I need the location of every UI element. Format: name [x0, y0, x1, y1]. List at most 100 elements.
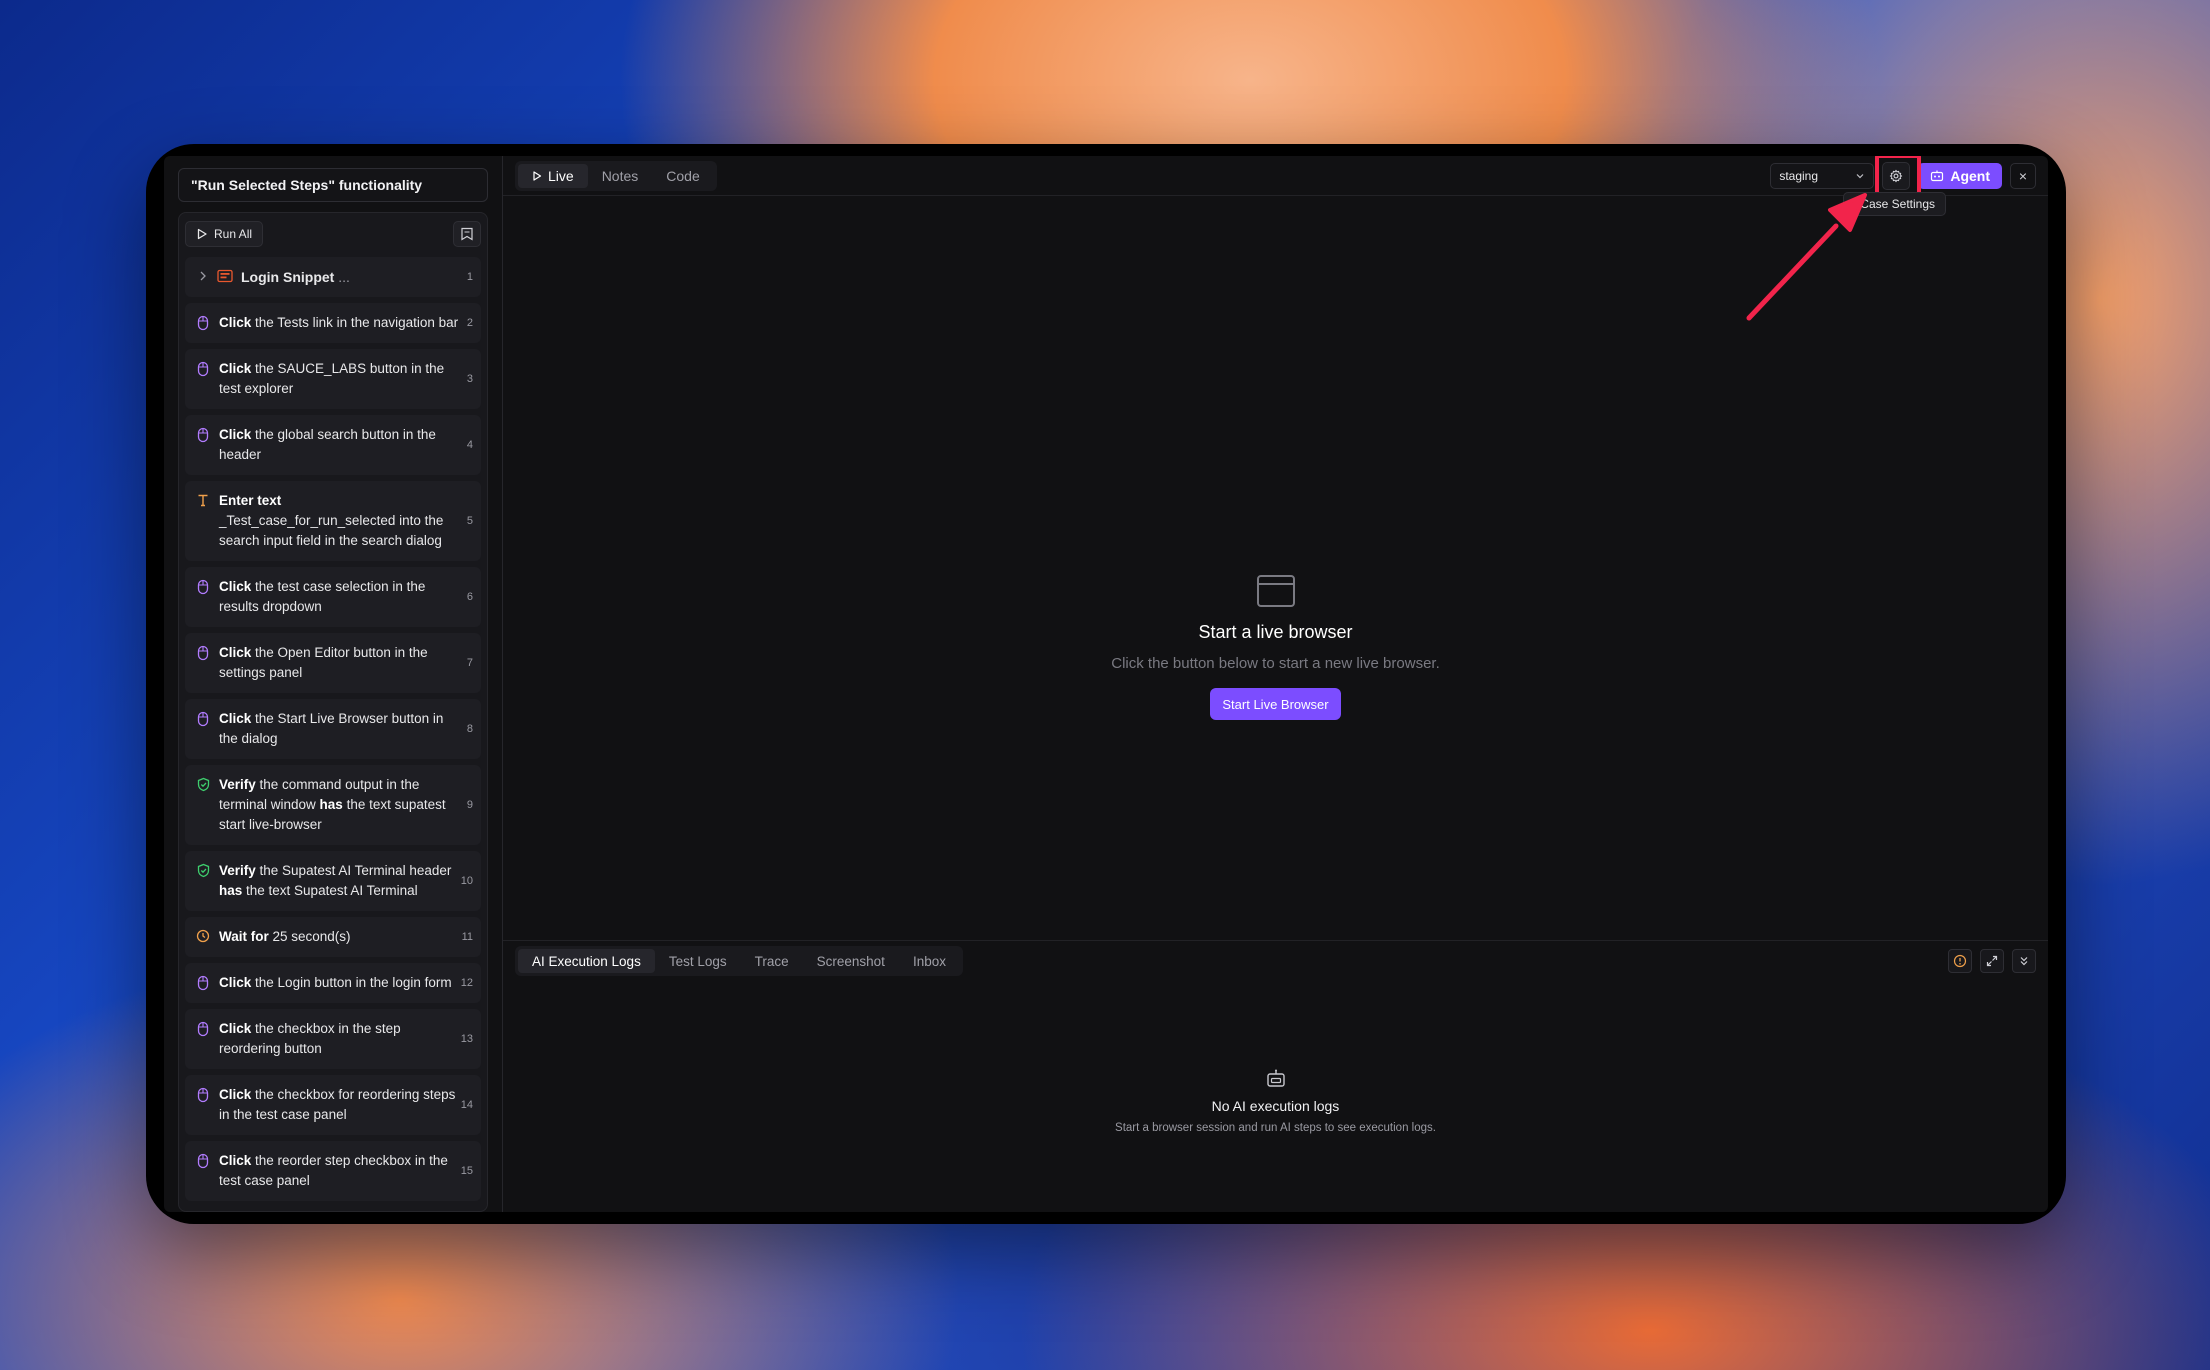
environment-select[interactable]: staging [1770, 162, 1875, 189]
logs-empty-state: No AI execution logs Start a browser ses… [976, 1068, 1576, 1134]
step-item[interactable]: Click the checkbox for reordering steps … [185, 1075, 481, 1135]
mouse-icon [195, 709, 211, 727]
step-item[interactable]: Click the checkbox in the step reorderin… [185, 1009, 481, 1069]
step-item[interactable]: Click the Start Live Browser button in t… [185, 699, 481, 759]
step-item[interactable]: Click the SAUCE_LABS button in the test … [185, 349, 481, 409]
step-number: 6 [466, 591, 473, 603]
step-text: Login Snippet ... [241, 269, 350, 285]
logs-empty-subtitle: Start a browser session and run AI steps… [1115, 1122, 1436, 1134]
chevron-down-icon [1856, 173, 1864, 178]
info-button[interactable] [1948, 949, 1972, 973]
step-item[interactable]: Click the test case selection in the res… [185, 567, 481, 627]
chevron-right-icon[interactable] [195, 267, 211, 283]
step-number: 13 [460, 1033, 473, 1045]
step-item[interactable]: Click the Login button in the login form… [185, 963, 481, 1003]
run-all-label: Run All [214, 227, 253, 241]
mouse-icon [195, 425, 211, 443]
live-empty-title: Start a live browser [1198, 622, 1353, 642]
test-case-settings-button[interactable] [1875, 156, 1922, 200]
start-live-browser-button[interactable]: Start Live Browser [1210, 688, 1341, 720]
step-text: Verify the Supatest AI Terminal header h… [219, 863, 452, 898]
mouse-icon [195, 1019, 211, 1037]
steps-panel: Run All Login Snippet ... 1 Click the Te… [178, 212, 488, 1212]
step-number: 7 [466, 657, 473, 669]
agent-button[interactable]: Agent [1918, 162, 2002, 189]
step-number: 3 [466, 373, 473, 385]
app-window: "Run Selected Steps" functionality Run A… [164, 156, 2048, 1212]
step-text: Click the checkbox for reordering steps … [219, 1087, 456, 1122]
tab-notes[interactable]: Notes [588, 164, 653, 188]
test-case-title[interactable]: "Run Selected Steps" functionality [178, 168, 488, 202]
step-text: Click the Login button in the login form [219, 975, 452, 990]
info-icon [1953, 954, 1967, 968]
mouse-icon [195, 577, 211, 595]
main-area: Live Notes Code staging Agent × t Case S… [503, 156, 2048, 1212]
live-browser-area: Start a live browser Click the button be… [503, 196, 2048, 941]
logs-empty-title: No AI execution logs [1211, 1098, 1340, 1114]
tab-code[interactable]: Code [652, 164, 713, 188]
bookmark-icon [461, 227, 473, 241]
step-item[interactable]: Click the Tests link in the navigation b… [185, 303, 481, 343]
tab-test-logs[interactable]: Test Logs [655, 949, 741, 973]
tab-screenshot[interactable]: Screenshot [803, 949, 899, 973]
step-text: Wait for 25 second(s) [219, 929, 351, 944]
top-right-controls: staging Agent × t Case Settings [1770, 156, 2036, 216]
collapse-button[interactable] [2012, 949, 2036, 973]
mouse-icon [195, 313, 211, 331]
logs-actions [1948, 949, 2036, 973]
step-number: 4 [466, 439, 473, 451]
clock-icon [195, 927, 211, 943]
test-steps-sidebar: "Run Selected Steps" functionality Run A… [164, 156, 503, 1212]
run-bar: Run All [185, 219, 481, 249]
step-text: Click the Tests link in the navigation b… [219, 315, 459, 330]
tab-trace[interactable]: Trace [741, 949, 803, 973]
top-bar: Live Notes Code staging Agent × t Case S… [503, 156, 2048, 216]
close-icon: × [2018, 167, 2028, 184]
mouse-icon [195, 973, 211, 991]
step-text: Click the test case selection in the res… [219, 579, 426, 614]
live-empty-state: Start a live browser Click the button be… [976, 574, 1576, 720]
play-icon [533, 170, 542, 181]
browser-window-icon [976, 574, 1576, 608]
step-number: 2 [466, 317, 473, 329]
expand-button[interactable] [1980, 949, 2004, 973]
step-item[interactable]: Verify the Supatest AI Terminal header h… [185, 851, 481, 911]
close-button[interactable]: × [2010, 162, 2036, 189]
step-text: Click the Open Editor button in the sett… [219, 645, 428, 680]
step-number: 14 [460, 1099, 473, 1111]
mouse-icon [195, 359, 211, 377]
step-number: 1 [466, 271, 473, 283]
step-item[interactable]: Enter text _Test_case_for_run_selected i… [185, 481, 481, 561]
step-item[interactable]: Verify the command output in the termina… [185, 765, 481, 845]
run-all-button[interactable]: Run All [185, 221, 264, 247]
bookmark-button[interactable] [453, 221, 481, 247]
step-item[interactable]: Click the global search button in the he… [185, 415, 481, 475]
step-text: Click the Start Live Browser button in t… [219, 711, 444, 746]
step-number: 8 [466, 723, 473, 735]
step-item[interactable]: Click the reorder step checkbox in the t… [185, 1141, 481, 1201]
step-text: Click the reorder step checkbox in the t… [219, 1153, 448, 1188]
step-item[interactable]: Wait for 25 second(s) 11 [185, 917, 481, 957]
step-text: Click the checkbox in the step reorderin… [219, 1021, 401, 1056]
snippet-icon [217, 267, 233, 283]
mouse-icon [195, 1085, 211, 1103]
verify-shield-icon [195, 861, 211, 878]
device-frame: "Run Selected Steps" functionality Run A… [146, 144, 2066, 1224]
mouse-icon [195, 1151, 211, 1169]
play-icon [197, 228, 207, 240]
step-text: Click the global search button in the he… [219, 427, 436, 462]
step-item[interactable]: Click the Open Editor button in the sett… [185, 633, 481, 693]
tab-ai-execution-logs[interactable]: AI Execution Logs [518, 949, 655, 973]
step-login-snippet[interactable]: Login Snippet ... 1 [185, 257, 481, 297]
tab-live[interactable]: Live [518, 163, 588, 188]
tab-inbox[interactable]: Inbox [899, 949, 960, 973]
step-number: 12 [460, 977, 473, 989]
logs-bar: AI Execution Logs Test Logs Trace Screen… [503, 941, 2048, 981]
bot-icon [1931, 170, 1944, 181]
view-tabs: Live Notes Code [515, 160, 717, 191]
live-empty-subtitle: Click the button below to start a new li… [1111, 655, 1440, 672]
step-number: 15 [460, 1165, 473, 1177]
step-number: 11 [461, 931, 473, 943]
step-list: Click the Tests link in the navigation b… [185, 303, 481, 1201]
step-text: Verify the command output in the termina… [219, 777, 446, 832]
